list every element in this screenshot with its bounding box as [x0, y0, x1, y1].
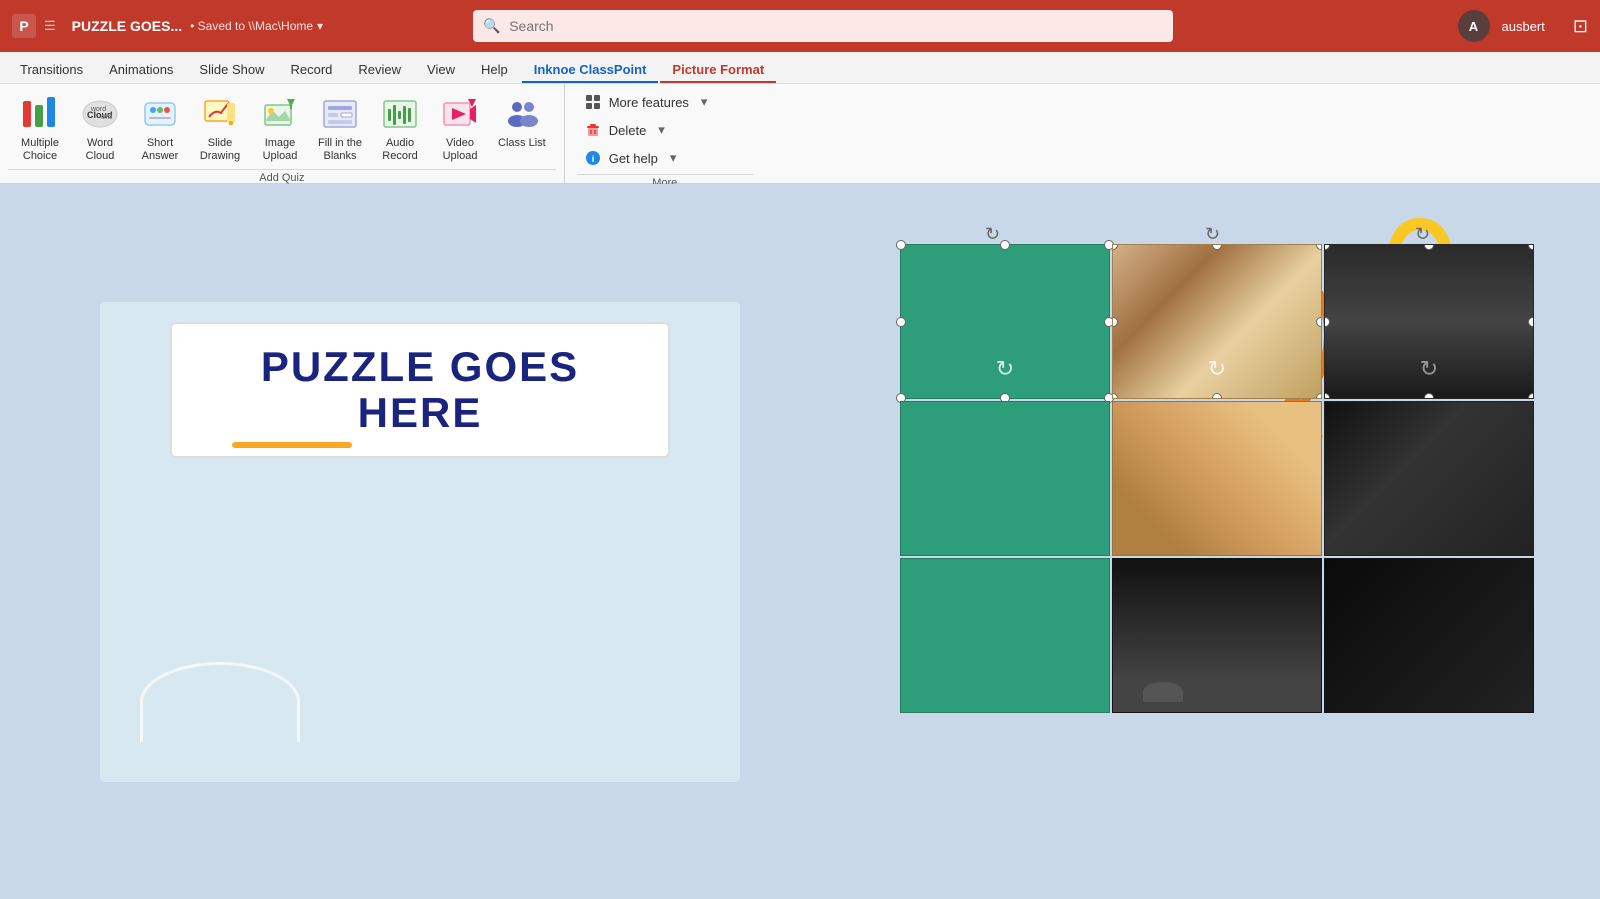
puzzle-cell-3-2[interactable]: [1112, 558, 1322, 713]
resize-mr-3[interactable]: [1528, 317, 1534, 327]
more-section: More features ▾ Delete ▾ i Get help ▾ Mo…: [565, 84, 765, 183]
slide-drawing-button[interactable]: Slide Drawing: [192, 90, 248, 167]
title-bar-right: A ausbert ⊡: [1458, 10, 1588, 42]
search-bar: 🔍: [473, 10, 1173, 42]
slide-underline: [232, 442, 352, 448]
save-status: • Saved to \\Mac\Home ▾: [190, 19, 323, 33]
tab-view[interactable]: View: [415, 58, 467, 83]
slide-drawing-icon: [200, 94, 240, 134]
puzzle-cell-3-3[interactable]: [1324, 558, 1534, 713]
slide-panel: PUZZLE GOES HERE: [0, 184, 840, 899]
ribbon-tabs: Transitions Animations Slide Show Record…: [0, 52, 1600, 84]
word-cloud-button[interactable]: word Cloud chat Word Cloud: [72, 90, 128, 167]
short-answer-icon: [140, 94, 180, 134]
image-upload-icon: [260, 94, 300, 134]
tab-picture-format[interactable]: Picture Format: [660, 58, 776, 83]
image-upload-label: Image Upload: [263, 137, 298, 163]
decorative-arc: [140, 662, 300, 742]
tab-record[interactable]: Record: [278, 58, 344, 83]
ribbon: Multiple Choice word Cloud chat Word Clo…: [0, 84, 1600, 184]
tab-review[interactable]: Review: [346, 58, 413, 83]
class-list-icon: [502, 94, 542, 134]
quiz-section: Multiple Choice word Cloud chat Word Clo…: [0, 84, 565, 183]
svg-text:i: i: [591, 154, 594, 164]
video-upload-button[interactable]: Video Upload: [432, 90, 488, 167]
get-help-button[interactable]: i Get help ▾: [577, 146, 753, 170]
title-bar-left: P ☰: [12, 14, 56, 38]
puzzle-cell-3-1[interactable]: [900, 558, 1110, 713]
resize-ml-1[interactable]: [896, 317, 906, 327]
quiz-buttons: Multiple Choice word Cloud chat Word Clo…: [8, 84, 556, 169]
puzzle-area: ↻ ↻ ↻ ↻: [840, 184, 1600, 899]
short-answer-button[interactable]: Short Answer: [132, 90, 188, 167]
rotate-icon-3[interactable]: ↻: [1420, 356, 1438, 382]
delete-button[interactable]: Delete ▾: [577, 118, 753, 142]
multiple-choice-label: Multiple Choice: [21, 137, 59, 163]
tab-animations[interactable]: Animations: [97, 58, 185, 83]
user-avatar[interactable]: A: [1458, 10, 1490, 42]
class-list-button[interactable]: Class List: [492, 90, 552, 154]
title-bar-menu: ☰: [44, 18, 56, 34]
slide-content: PUZZLE GOES HERE: [100, 302, 740, 782]
video-upload-icon: [440, 94, 480, 134]
title-area: PUZZLE GOES... • Saved to \\Mac\Home ▾: [72, 18, 323, 34]
resize-br-3[interactable]: [1528, 393, 1534, 399]
info-icon: i: [585, 150, 601, 166]
tab-help[interactable]: Help: [469, 58, 520, 83]
save-location-dropdown[interactable]: ▾: [317, 19, 323, 33]
document-title: PUZZLE GOES...: [72, 18, 182, 34]
fill-blanks-label: Fill in the Blanks: [318, 137, 362, 163]
class-list-label: Class List: [498, 137, 546, 150]
grid-icon: [585, 94, 601, 110]
rotate-icon-1[interactable]: ↻: [996, 356, 1014, 382]
video-upload-label: Video Upload: [443, 137, 478, 163]
audio-record-button[interactable]: Audio Record: [372, 90, 428, 167]
slide-drawing-label: Slide Drawing: [200, 137, 240, 163]
search-input[interactable]: [473, 10, 1173, 42]
multiple-choice-button[interactable]: Multiple Choice: [12, 90, 68, 167]
audio-record-icon: [380, 94, 420, 134]
puzzle-cell-2-1[interactable]: [900, 401, 1110, 556]
trash-icon: [585, 122, 601, 138]
multiple-choice-icon: [20, 94, 60, 134]
fill-blanks-button[interactable]: Fill in the Blanks: [312, 90, 368, 167]
rotate-handle-3[interactable]: ↻: [1415, 224, 1430, 245]
rotate-handle-1[interactable]: ↻: [985, 224, 1000, 245]
word-cloud-label: Word Cloud: [86, 137, 115, 163]
puzzle-cell-1-1[interactable]: ↻: [900, 244, 1110, 399]
image-upload-button[interactable]: Image Upload: [252, 90, 308, 167]
resize-tm-1[interactable]: [1000, 240, 1010, 250]
rotate-icon-2[interactable]: ↻: [1208, 356, 1226, 382]
username: ausbert: [1502, 19, 1545, 34]
audio-record-label: Audio Record: [382, 137, 417, 163]
short-answer-label: Short Answer: [142, 137, 179, 163]
resize-bm-3[interactable]: [1424, 393, 1434, 399]
resize-tl-1[interactable]: [896, 240, 906, 250]
svg-text:chat: chat: [101, 115, 113, 121]
svg-text:P: P: [19, 18, 28, 34]
search-icon: 🔍: [483, 18, 500, 35]
tab-transitions[interactable]: Transitions: [8, 58, 95, 83]
more-features-button[interactable]: More features ▾: [577, 90, 753, 114]
puzzle-cell-1-2[interactable]: ↻: [1112, 244, 1322, 399]
slide-title: PUZZLE GOES HERE: [212, 344, 628, 436]
title-bar: P ☰ PUZZLE GOES... • Saved to \\Mac\Home…: [0, 0, 1600, 52]
tab-classpoint[interactable]: Inknoe ClassPoint: [522, 58, 659, 83]
tab-slideshow[interactable]: Slide Show: [187, 58, 276, 83]
slide-area: PUZZLE GOES HERE: [0, 184, 1600, 899]
word-cloud-icon: word Cloud chat: [80, 94, 120, 134]
rotate-handle-2[interactable]: ↻: [1205, 224, 1220, 245]
resize-mr-2[interactable]: [1316, 317, 1322, 327]
puzzle-grid: ↻ ↻ ↻ ↻: [900, 244, 1534, 713]
fill-blanks-icon: [320, 94, 360, 134]
powerpoint-icon: P: [12, 14, 36, 38]
puzzle-cell-1-3[interactable]: ↻: [1324, 244, 1534, 399]
slide-title-box: PUZZLE GOES HERE: [170, 322, 670, 458]
puzzle-cell-2-3[interactable]: [1324, 401, 1534, 556]
puzzle-cell-2-2[interactable]: [1112, 401, 1322, 556]
resize-br-2[interactable]: [1316, 393, 1322, 399]
window-controls[interactable]: ⊡: [1573, 16, 1588, 37]
resize-bm-2[interactable]: [1212, 393, 1222, 399]
